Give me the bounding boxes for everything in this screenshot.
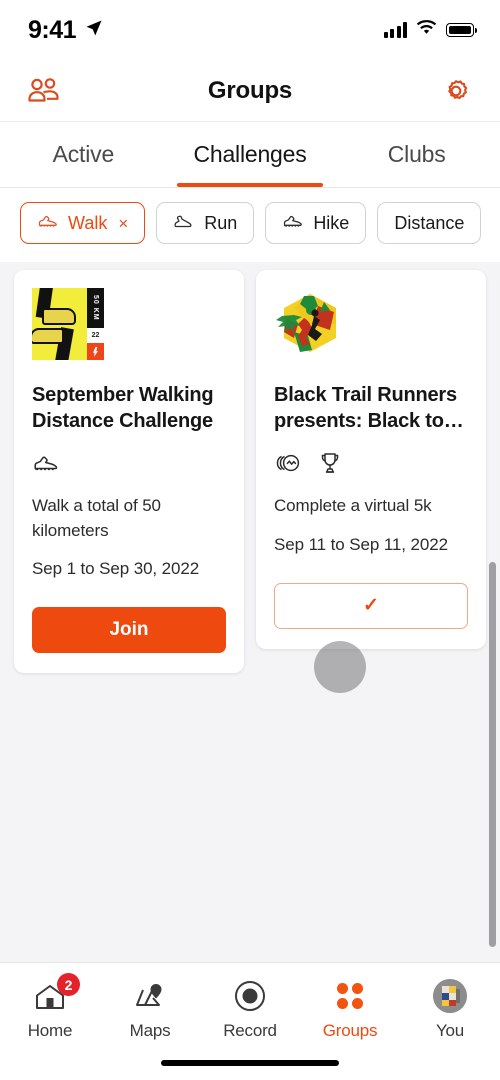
cellular-signal-icon [383, 22, 407, 38]
app-header: Groups [0, 60, 500, 122]
challenge-card-row: 50 KM 22 September Walking Distance Chal… [0, 270, 500, 674]
challenge-dates: Sep 11 to Sep 11, 2022 [274, 534, 448, 554]
challenge-card[interactable]: Black Trail Runners presents: Black to… [256, 270, 486, 649]
close-icon[interactable]: × [118, 215, 128, 232]
filter-chip-walk[interactable]: Walk × [20, 202, 146, 244]
walking-challenge-poster: 50 KM 22 [32, 288, 104, 360]
challenge-title: Black Trail Runners presents: Black to… [274, 384, 464, 432]
running-shoe-icon [173, 213, 195, 234]
avatar [433, 979, 467, 1013]
activity-badge-icon [274, 452, 304, 479]
filter-chip-label: Walk [68, 212, 108, 233]
poster-sidebar: 50 KM 22 [87, 288, 104, 360]
nav-item-home[interactable]: 2 Home [0, 973, 100, 1041]
tab-label: Active [52, 141, 115, 167]
nav-item-maps[interactable]: Maps [100, 977, 200, 1041]
home-indicator [161, 1060, 339, 1066]
filter-chip-row: Walk × Run Hike Distance [0, 188, 500, 262]
tab-clubs[interactable]: Clubs [333, 122, 500, 187]
status-time: 9:41 [28, 15, 77, 44]
vertical-scrollbar[interactable] [489, 562, 496, 947]
nav-label: You [435, 1021, 465, 1040]
poster-brand-mark [87, 343, 104, 360]
tab-label: Challenges [193, 141, 307, 167]
join-button[interactable]: Join [32, 607, 226, 654]
tab-bar: Active Challenges Clubs [0, 122, 500, 188]
challenge-thumbnail [274, 288, 346, 360]
nav-label: Maps [129, 1021, 171, 1040]
poster-distance-label: 50 KM [87, 288, 104, 328]
filter-chip-label: Hike [313, 212, 350, 233]
hiking-boot-icon [282, 213, 304, 234]
map-pin-icon [133, 977, 167, 1015]
four-dots-icon [337, 977, 363, 1015]
battery-full-icon [446, 23, 478, 37]
walking-shoe-icon [32, 453, 60, 478]
nav-item-record[interactable]: Record [200, 977, 300, 1041]
poster-year-label: 22 [87, 328, 104, 343]
nav-label: Groups [322, 1021, 378, 1040]
nav-item-you[interactable]: You [400, 977, 500, 1041]
record-circle-icon [233, 977, 267, 1015]
tab-challenges[interactable]: Challenges [167, 122, 334, 187]
status-bar-right [383, 19, 478, 41]
black-trail-runners-5k-logo [274, 288, 346, 360]
nav-label: Record [223, 1021, 277, 1040]
home-icon: 2 [33, 973, 80, 1015]
nav-label: Home [27, 1021, 73, 1040]
wifi-icon [416, 19, 437, 41]
gear-icon[interactable] [434, 69, 478, 113]
page-title: Groups [207, 76, 293, 104]
challenge-dates: Sep 1 to Sep 30, 2022 [32, 559, 200, 579]
user-avatar-icon [433, 977, 467, 1015]
check-icon: ✓ [363, 595, 379, 617]
poster-artwork [32, 288, 87, 360]
challenge-list: 50 KM 22 September Walking Distance Chal… [0, 262, 500, 952]
challenge-icon-row [274, 452, 468, 478]
status-bar: 9:41 [0, 0, 500, 60]
tab-label: Clubs [387, 141, 446, 167]
filter-chip-distance[interactable]: Distance [377, 202, 482, 244]
tab-active[interactable]: Active [0, 122, 167, 187]
nav-item-groups[interactable]: Groups [300, 977, 400, 1041]
filter-chip-label: Distance [394, 212, 465, 233]
challenge-description: Complete a virtual 5k [274, 496, 432, 515]
status-bar-left: 9:41 [28, 16, 104, 45]
challenge-thumbnail: 50 KM 22 [32, 288, 104, 360]
joined-button[interactable]: ✓ [274, 582, 468, 629]
challenge-icon-row [32, 452, 226, 478]
people-group-icon[interactable] [22, 69, 66, 113]
trophy-icon [318, 451, 342, 480]
challenge-description: Walk a total of 50 kilometers [32, 496, 161, 540]
challenge-card[interactable]: 50 KM 22 September Walking Distance Chal… [14, 270, 244, 674]
filter-chip-run[interactable]: Run [156, 202, 255, 244]
walking-shoe-icon [37, 213, 59, 234]
app-screen: 9:41 Groups Active Challenges Clubs Walk… [0, 0, 500, 1080]
filter-chip-label: Run [204, 212, 238, 233]
challenge-title: September Walking Distance Challenge [32, 384, 214, 432]
notification-badge: 2 [57, 973, 80, 996]
location-arrow-icon [84, 18, 104, 43]
bottom-navigation: 2 Home Maps Record Groups You [0, 962, 500, 1080]
filter-chip-hike[interactable]: Hike [265, 202, 367, 244]
